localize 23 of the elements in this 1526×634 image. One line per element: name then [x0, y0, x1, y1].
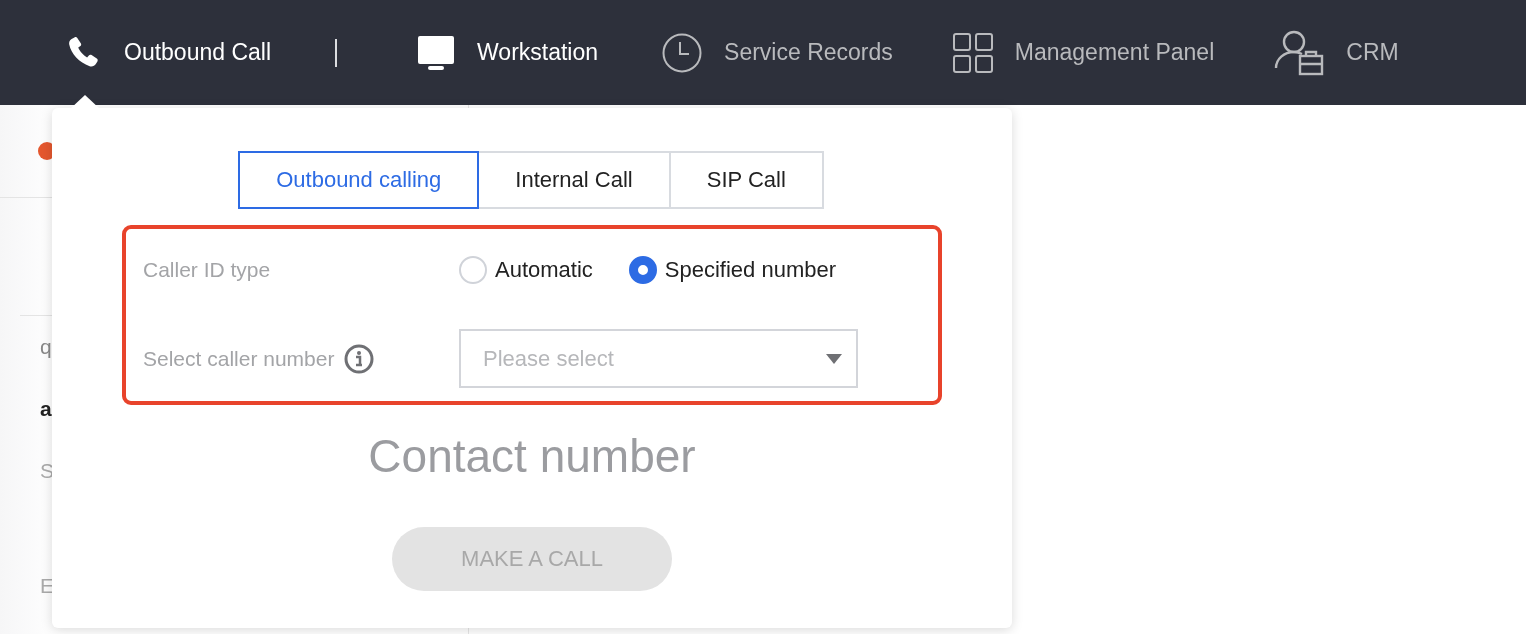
nav-item[interactable]: CRM [1274, 29, 1399, 76]
grid-icon [952, 32, 993, 73]
field-label: Caller ID type [143, 257, 272, 282]
radio-option[interactable]: Automatic [459, 255, 593, 284]
radio-option[interactable]: Specified number [628, 255, 837, 284]
nav-item[interactable]: Service Records [662, 32, 893, 73]
radio-icon[interactable] [628, 255, 657, 284]
contact-number-heading: Contact number [368, 429, 696, 483]
user-briefcase-icon [1274, 29, 1325, 76]
call-type-tab[interactable]: Internal Call [477, 151, 671, 209]
field-label: Select caller number [143, 346, 335, 371]
nav-item[interactable]: Management Panel [952, 32, 1215, 73]
list-text: E [40, 574, 54, 598]
clock-icon [662, 32, 703, 73]
dropdown-caret-icon [826, 353, 842, 364]
list-text: q [40, 335, 52, 359]
list-text: a [40, 397, 52, 421]
call-type-tab[interactable]: Outbound calling [238, 151, 480, 209]
nav-item[interactable]: Workstation [417, 35, 599, 70]
nav-item[interactable]: Outbound Call [64, 32, 272, 73]
info-icon[interactable] [344, 343, 375, 374]
call-type-tab[interactable]: SIP Call [668, 151, 824, 209]
monitor-icon [417, 35, 456, 70]
